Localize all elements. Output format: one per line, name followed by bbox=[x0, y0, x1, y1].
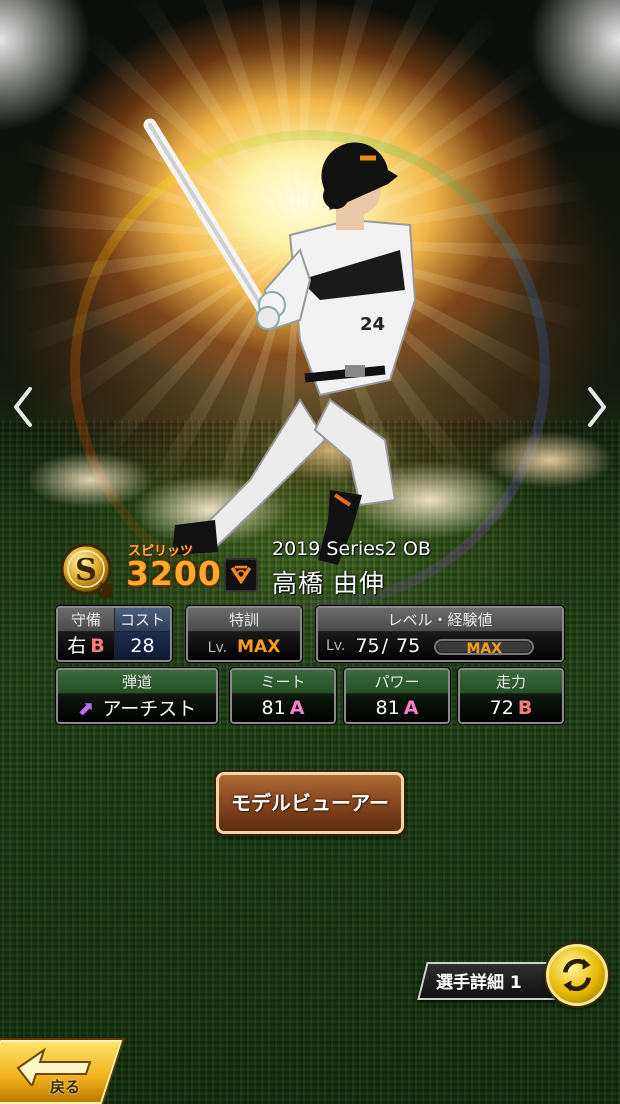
training-value: Lv. MAX bbox=[188, 632, 300, 660]
training-lv-prefix: Lv. bbox=[207, 640, 228, 656]
player-illustration[interactable]: 24 bbox=[0, 0, 620, 600]
rank-letter: S bbox=[75, 553, 97, 588]
trajectory-text: アーチスト bbox=[102, 698, 197, 720]
level-panel: レベル・経験値 Lv. 75/75 MAX bbox=[316, 606, 564, 662]
level-max: 75 bbox=[396, 635, 421, 657]
level-label: レベル・経験値 bbox=[318, 608, 562, 632]
meet-value: 81 A bbox=[232, 694, 334, 722]
training-label: 特訓 bbox=[188, 608, 300, 632]
giants-logo-icon bbox=[224, 558, 258, 592]
speed-panel: 走力 72 B bbox=[458, 668, 564, 724]
refresh-icon bbox=[563, 958, 591, 992]
training-max: MAX bbox=[237, 637, 281, 657]
arrow-up-right-icon: ⬈ bbox=[77, 696, 95, 720]
speed-number: 72 bbox=[489, 697, 514, 719]
trajectory-value: ⬈ アーチスト bbox=[58, 694, 216, 722]
previous-card-button[interactable] bbox=[8, 385, 38, 429]
level-separator: / bbox=[381, 635, 389, 657]
defense-col: 守備 右B bbox=[58, 608, 114, 660]
player-detail-label[interactable]: 選手詳細 1 bbox=[436, 968, 522, 993]
defense-cost-panel: 守備 右B コスト 28 bbox=[56, 606, 172, 662]
trajectory-panel: 弾道 ⬈ アーチスト bbox=[56, 668, 218, 724]
speed-grade: B bbox=[517, 697, 533, 719]
defense-value: 右B bbox=[58, 632, 114, 660]
cost-col: コスト 28 bbox=[114, 608, 170, 660]
power-grade: A bbox=[403, 697, 419, 719]
defense-position: 右 bbox=[67, 635, 87, 657]
model-viewer-button[interactable]: モデルビューアー bbox=[216, 772, 404, 834]
cost-value: 28 bbox=[115, 632, 170, 660]
defense-grade: B bbox=[90, 635, 105, 657]
rank-badge: S 極 bbox=[60, 543, 114, 600]
exp-max: MAX bbox=[466, 640, 503, 657]
defense-label: 守備 bbox=[58, 608, 114, 632]
level-current: 75 bbox=[355, 635, 380, 657]
chevron-right-icon bbox=[588, 387, 606, 427]
trajectory-label: 弾道 bbox=[58, 670, 216, 694]
power-panel: パワー 81 A bbox=[344, 668, 450, 724]
chevron-left-icon bbox=[14, 387, 32, 427]
speed-label: 走力 bbox=[460, 670, 562, 694]
training-panel: 特訓 Lv. MAX bbox=[186, 606, 302, 662]
meet-number: 81 bbox=[261, 697, 286, 719]
level-value: Lv. 75/75 MAX bbox=[318, 632, 562, 660]
meet-label: ミート bbox=[232, 670, 334, 694]
next-card-button[interactable] bbox=[582, 385, 612, 429]
exp-bar: MAX bbox=[434, 638, 535, 657]
power-number: 81 bbox=[375, 697, 400, 719]
power-value: 81 A bbox=[346, 694, 448, 722]
card-series: 2019 Series2 OB bbox=[272, 538, 431, 560]
meet-grade: A bbox=[289, 697, 305, 719]
switch-detail-button[interactable] bbox=[546, 944, 608, 1006]
level-lv-prefix: Lv. bbox=[326, 638, 346, 654]
cost-label: コスト bbox=[115, 608, 170, 632]
spirits-value: 3200 bbox=[126, 554, 222, 593]
speed-value: 72 B bbox=[460, 694, 562, 722]
meet-panel: ミート 81 A bbox=[230, 668, 336, 724]
svg-text:24: 24 bbox=[360, 314, 385, 335]
power-label: パワー bbox=[346, 670, 448, 694]
player-name: 高橋 由伸 bbox=[272, 569, 385, 598]
rank-sub: 極 bbox=[97, 582, 113, 600]
back-label[interactable]: 戻る bbox=[50, 1076, 80, 1097]
